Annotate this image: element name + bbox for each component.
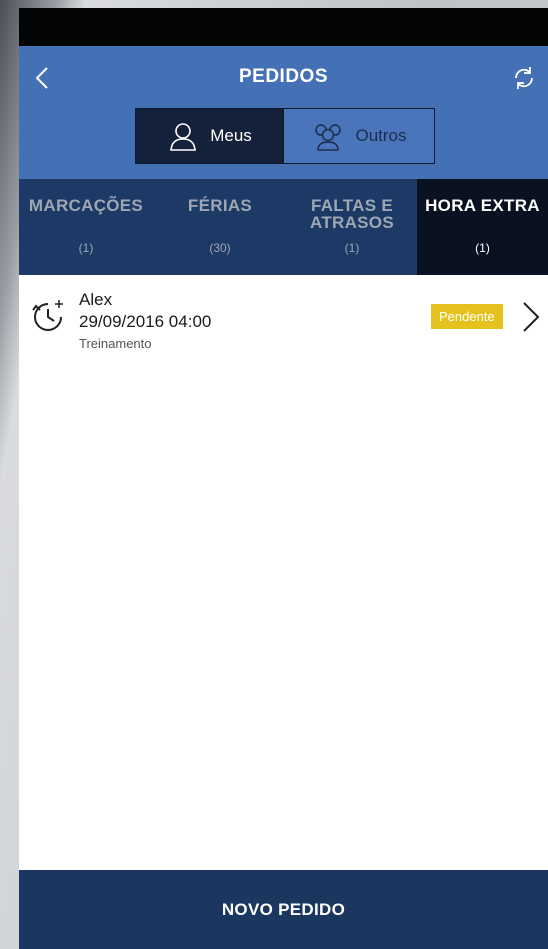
- page-title: PEDIDOS: [238, 66, 329, 87]
- tab-hora-extra[interactable]: HORA EXTRA (1): [417, 179, 548, 275]
- nav-bar: PEDIDOS Meus Outros: [19, 46, 548, 179]
- user-icon: [170, 123, 197, 151]
- refresh-icon: [515, 67, 533, 89]
- tab-ferias-label: FÉRIAS: [187, 196, 253, 215]
- status-badge: Pendente: [431, 304, 503, 329]
- refresh-button[interactable]: [510, 64, 538, 92]
- category-tabs: MARCAÇÕES (1) FÉRIAS (30) FALTAS E ATRAS…: [19, 179, 548, 275]
- segment-meus-label: Meus: [210, 126, 252, 145]
- tab-marcacoes-count: (1): [78, 241, 94, 255]
- list-item[interactable]: Alex 29/09/2016 04:00 Treinamento Penden…: [19, 275, 548, 355]
- segment-meus[interactable]: Meus: [136, 109, 282, 163]
- status-bar: [19, 8, 548, 46]
- tab-marcacoes-label: MARCAÇÕES: [28, 196, 144, 215]
- tab-hora-extra-label: HORA EXTRA: [425, 196, 540, 215]
- segment-outros[interactable]: Outros: [284, 109, 434, 163]
- clock-plus-icon: [32, 300, 63, 331]
- tab-faltas-atrasos-count: (1): [344, 241, 360, 255]
- tab-marcacoes[interactable]: MARCAÇÕES (1): [19, 179, 153, 275]
- group-icon: [315, 124, 342, 151]
- item-subtitle: Treinamento: [79, 336, 152, 351]
- tab-hora-extra-count: (1): [475, 241, 490, 255]
- item-name: Alex: [79, 290, 113, 309]
- tab-faltas-atrasos-label: FALTAS E ATRASOS: [310, 196, 394, 232]
- tab-ferias[interactable]: FÉRIAS (30): [153, 179, 287, 275]
- tab-faltas-atrasos[interactable]: FALTAS E ATRASOS (1): [287, 179, 417, 275]
- item-datetime: 29/09/2016 04:00: [79, 312, 212, 331]
- chevron-right-icon: [523, 302, 540, 332]
- segment-outros-label: Outros: [355, 126, 407, 145]
- new-request-button[interactable]: NOVO PEDIDO: [19, 870, 548, 949]
- requests-filter-toggle: Meus Outros: [135, 108, 435, 164]
- tab-ferias-count: (30): [209, 241, 231, 255]
- phone-screen: PEDIDOS Meus Outros MARCAÇÕES (1) FÉRIAS…: [19, 8, 548, 949]
- request-list: Alex 29/09/2016 04:00 Treinamento Penden…: [19, 275, 548, 355]
